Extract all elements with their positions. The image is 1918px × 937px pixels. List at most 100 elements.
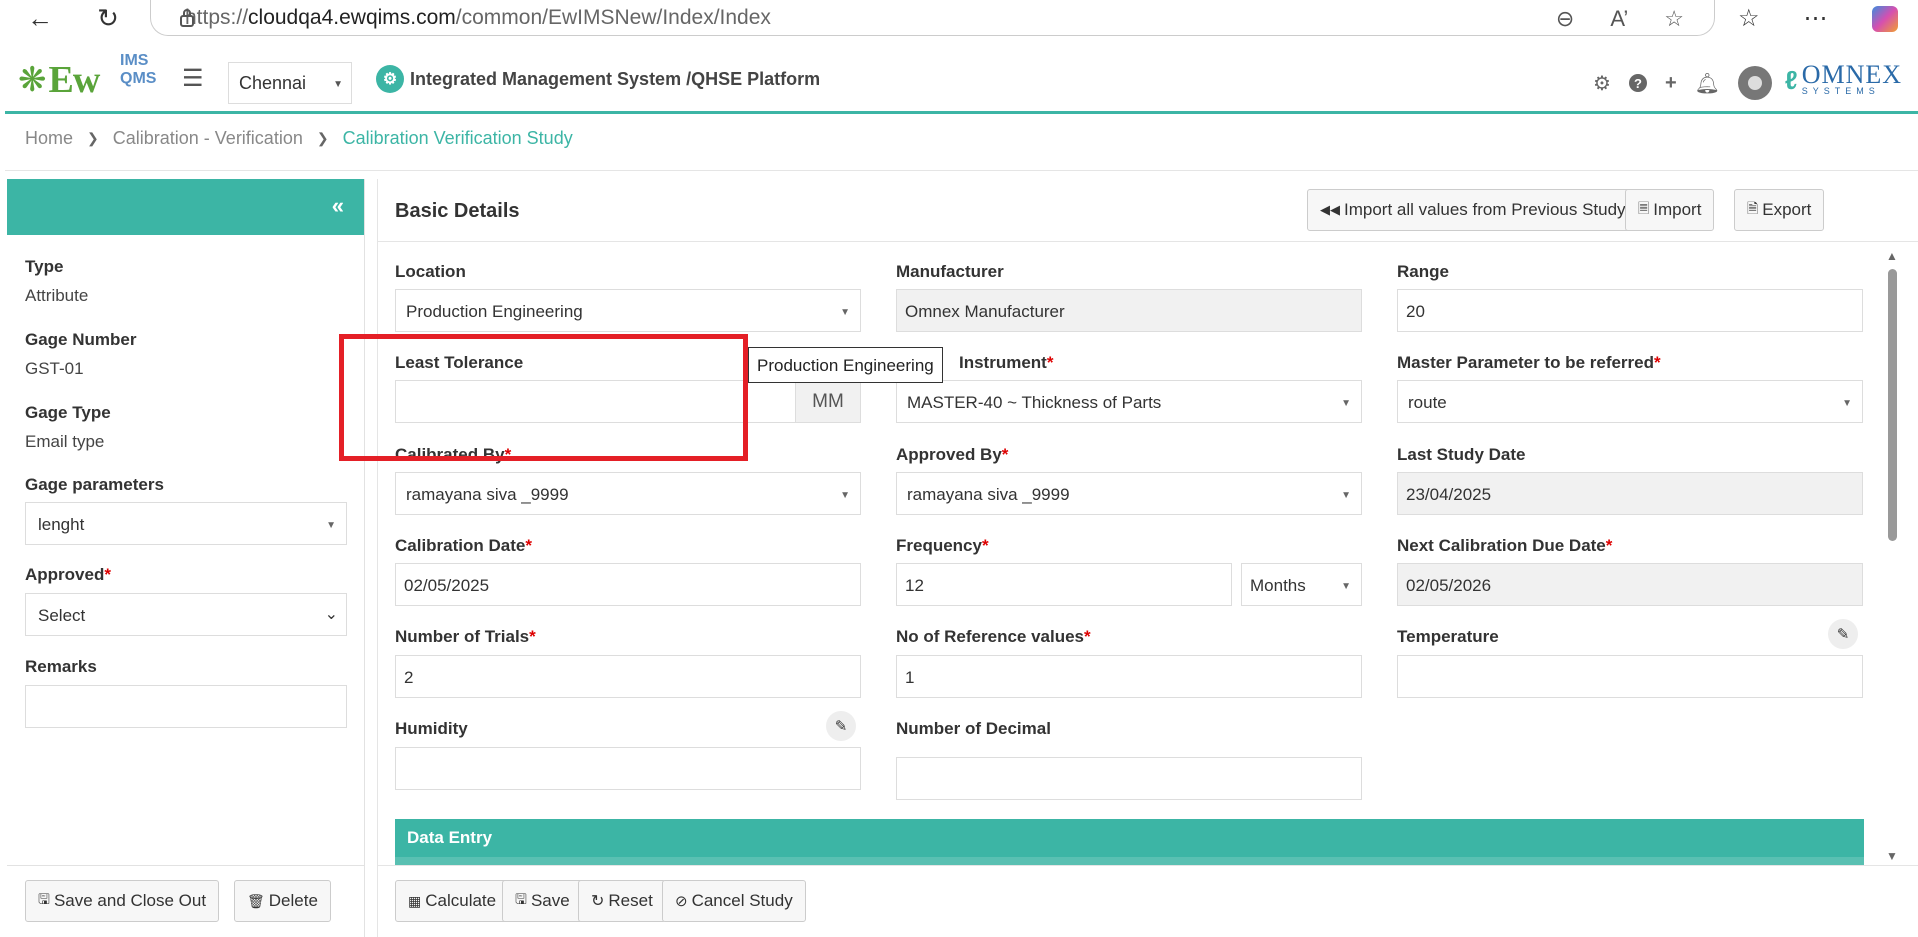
chevron-down-icon: ▼ bbox=[1341, 398, 1351, 409]
calibration-date-label: Calibration Date* bbox=[395, 536, 532, 555]
gage-type-value: Email type bbox=[25, 432, 105, 451]
instrument-select[interactable]: MASTER-40 ~ Thickness of Parts ▼ bbox=[896, 380, 1362, 423]
location-select[interactable]: Production Engineering ▼ bbox=[395, 289, 861, 332]
url-path: /common/EwIMSNew/Index/Index bbox=[455, 5, 771, 29]
frequency-unit-select[interactable]: Months ▼ bbox=[1241, 563, 1362, 606]
copilot-icon[interactable] bbox=[1871, 5, 1898, 32]
breadcrumb-section[interactable]: Calibration - Verification bbox=[113, 128, 303, 149]
type-value: Attribute bbox=[25, 286, 89, 305]
temperature-input[interactable] bbox=[1397, 655, 1863, 698]
gage-params-select[interactable]: lenght ▼ bbox=[25, 502, 347, 545]
last-study-field: 23/04/2025 bbox=[1397, 472, 1863, 515]
range-label: Range bbox=[1397, 262, 1449, 281]
add-icon[interactable]: + bbox=[1665, 72, 1677, 95]
gage-number-label: Gage Number bbox=[25, 330, 137, 349]
lock-icon bbox=[180, 9, 194, 27]
gage-type-field: Gage Type Email type bbox=[25, 403, 111, 452]
scroll-down-icon[interactable]: ▼ bbox=[1886, 849, 1898, 863]
save-icon: 🖫︎ bbox=[38, 891, 50, 907]
collapse-icon[interactable]: « bbox=[332, 193, 344, 219]
decimal-label: Number of Decimal bbox=[896, 719, 1051, 738]
app-header: ❋ Ew IMS QMS ☰ Chennai ▼ ⚙ Integrated Ma… bbox=[5, 44, 1918, 114]
breadcrumb-home[interactable]: Home bbox=[25, 128, 73, 149]
calculator-icon: ▦ bbox=[408, 892, 422, 909]
approved-by-select[interactable]: ramayana siva _9999 ▼ bbox=[896, 472, 1362, 515]
reset-button[interactable]: ↻ Reset bbox=[578, 880, 666, 922]
left-panel-footer: 🖫︎ Save and Close Out 🗑︎ Delete bbox=[7, 865, 365, 937]
gage-params-label: Gage parameters bbox=[25, 475, 164, 494]
range-input[interactable]: 20 bbox=[1397, 289, 1863, 332]
chevron-down-icon: ▼ bbox=[333, 79, 343, 90]
manufacturer-label: Manufacturer bbox=[896, 262, 1004, 281]
page-title: Basic Details bbox=[395, 200, 520, 222]
location-tooltip: Production Engineering bbox=[748, 347, 943, 383]
ref-values-input[interactable]: 1 bbox=[896, 655, 1362, 698]
approved-value: Select bbox=[38, 606, 86, 625]
main-footer: ▦ Calculate 🖫︎ Save ↻ Reset ⊘ Cancel Stu… bbox=[378, 865, 1918, 937]
scrollbar[interactable]: ▲ ▼ bbox=[1885, 249, 1899, 869]
edit-icon[interactable]: ✎ bbox=[826, 711, 856, 741]
breadcrumb: Home ❯ Calibration - Verification ❯ Cali… bbox=[25, 128, 573, 149]
calibrated-by-select[interactable]: ramayana siva _9999 ▼ bbox=[395, 472, 861, 515]
chevron-right-icon: ❯ bbox=[87, 130, 99, 146]
export-button[interactable]: 🗎︎ Export bbox=[1734, 189, 1825, 231]
unit-addon: MM bbox=[795, 380, 861, 423]
rewind-icon: ◀◀ bbox=[1320, 202, 1340, 217]
bell-icon[interactable]: 🔔︎ bbox=[1695, 71, 1720, 96]
master-param-select[interactable]: route ▼ bbox=[1397, 380, 1863, 423]
next-due-field: 02/05/2026 bbox=[1397, 563, 1863, 606]
calculate-button[interactable]: ▦ Calculate bbox=[395, 880, 510, 922]
import-button[interactable]: 🗏︎ Import bbox=[1625, 189, 1715, 231]
gage-number-value: GST-01 bbox=[25, 359, 84, 378]
platform-label: Integrated Management System /QHSE Platf… bbox=[410, 68, 821, 89]
data-entry-header: Data Entry bbox=[395, 819, 1864, 857]
scroll-up-icon[interactable]: ▲ bbox=[1886, 249, 1898, 263]
address-bar[interactable]: https://cloudqa4.ewqims.com/common/EwIMS… bbox=[150, 0, 1715, 36]
more-icon[interactable]: ⋯ bbox=[1804, 4, 1828, 33]
remarks-input[interactable] bbox=[25, 685, 347, 728]
save-close-button[interactable]: 🖫︎ Save and Close Out bbox=[25, 880, 220, 922]
decimal-input[interactable] bbox=[896, 757, 1362, 800]
favorites-icon[interactable]: ☆ bbox=[1738, 4, 1760, 33]
location-label: Location bbox=[395, 262, 466, 281]
menu-icon[interactable]: ☰ bbox=[182, 64, 204, 93]
omnex-mark-icon: ℓ bbox=[1785, 64, 1798, 95]
avatar[interactable] bbox=[1738, 66, 1773, 100]
save-button[interactable]: 🖫︎ Save bbox=[502, 880, 583, 922]
favorite-star-icon[interactable]: ☆ bbox=[1664, 6, 1684, 32]
left-panel: « Type Attribute Gage Number GST-01 Gage… bbox=[7, 179, 365, 937]
trash-icon: 🗑︎ bbox=[247, 892, 265, 909]
scroll-thumb[interactable] bbox=[1888, 269, 1897, 541]
chevron-down-icon: ▼ bbox=[1341, 581, 1351, 592]
platform-title: ⚙ Integrated Management System /QHSE Pla… bbox=[376, 65, 820, 93]
cancel-study-button[interactable]: ⊘ Cancel Study bbox=[662, 880, 806, 922]
logo-sub: IMS QMS bbox=[120, 52, 157, 87]
delete-button[interactable]: 🗑︎ Delete bbox=[234, 880, 331, 922]
ban-icon: ⊘ bbox=[675, 893, 688, 910]
help-icon[interactable]: ? bbox=[1628, 74, 1647, 92]
omnex-logo: ℓ OMNEX SYSTEMS bbox=[1785, 62, 1902, 97]
settings-icon[interactable]: ⚙ bbox=[1593, 71, 1611, 96]
url-host: cloudqa4.ewqims.com bbox=[248, 5, 456, 29]
main-header: Basic Details ◀◀ Import all values from … bbox=[378, 179, 1918, 242]
refresh-icon[interactable]: ↻ bbox=[88, 0, 128, 36]
humidity-input[interactable] bbox=[395, 747, 861, 790]
frequency-input[interactable]: 12 bbox=[896, 563, 1232, 606]
zoom-out-icon[interactable]: ⊖ bbox=[1556, 6, 1574, 32]
site-select[interactable]: Chennai ▼ bbox=[228, 62, 352, 104]
gear-icon: ⚙ bbox=[376, 65, 404, 93]
logo-text: Ew bbox=[48, 59, 101, 101]
read-aloud-icon[interactable]: A’ bbox=[1610, 6, 1628, 32]
approved-select[interactable]: Select ⌄ bbox=[25, 593, 347, 636]
type-label: Type bbox=[25, 257, 64, 276]
back-icon[interactable]: ← bbox=[20, 0, 60, 36]
import-previous-button[interactable]: ◀◀ Import all values from Previous Study bbox=[1307, 189, 1639, 231]
ewqims-logo[interactable]: ❋ Ew IMS QMS bbox=[18, 52, 156, 102]
left-panel-header: « bbox=[7, 179, 364, 235]
chevron-down-icon: ▼ bbox=[840, 490, 850, 501]
gage-type-label: Gage Type bbox=[25, 403, 111, 422]
calibration-date-input[interactable]: 02/05/2025 bbox=[395, 563, 861, 606]
trials-input[interactable]: 2 bbox=[395, 655, 861, 698]
edit-icon[interactable]: ✎ bbox=[1828, 619, 1858, 649]
chevron-down-icon: ▼ bbox=[326, 520, 336, 531]
